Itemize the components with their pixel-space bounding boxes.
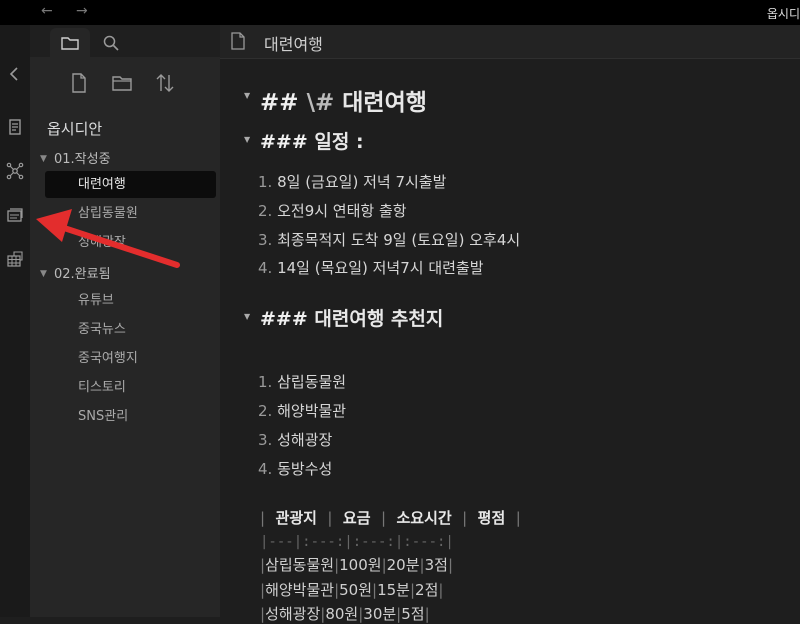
folder-label: 01.작성중: [54, 152, 111, 167]
sort-icon: [156, 74, 174, 92]
collapse-icon[interactable]: [5, 64, 25, 84]
file-item[interactable]: 유튜브: [45, 287, 216, 314]
editor-pane: 대련여행 ▼ ## \# 대련여행 ▼ ### 일정 : 1. 8일 (금요일)…: [220, 25, 800, 623]
graph-icon[interactable]: [5, 161, 25, 181]
fold-arrow-icon[interactable]: ▼: [244, 91, 250, 100]
table-header-row[interactable]: | 관광지 | 요금 | 소요시간 | 평점 |: [260, 507, 521, 528]
folder-label: 02.완료됨: [54, 267, 111, 282]
back-arrow-icon[interactable]: ←: [41, 3, 53, 19]
table-row[interactable]: |해양박물관|50원|15분|2점|: [260, 579, 443, 600]
chevron-down-icon: ▼: [40, 154, 47, 164]
vault-name: 옵시디안: [47, 120, 103, 138]
list-item[interactable]: 4. 14일 (목요일) 저녁7시 대련출발: [258, 257, 484, 278]
document-icon: [231, 32, 245, 50]
folder-item[interactable]: ▼ 01.작성중: [40, 148, 111, 167]
title-bar: ← → 옵시디: [0, 0, 800, 25]
heading-h3[interactable]: ### 일정 :: [260, 127, 364, 154]
list-item[interactable]: 1. 삼립동물원: [258, 371, 346, 392]
list-item[interactable]: 1. 8일 (금요일) 저녁 7시출발: [258, 171, 446, 192]
new-folder-icon: [112, 76, 132, 91]
list-item[interactable]: 2. 오전9시 연태항 출항: [258, 200, 407, 221]
ribbon: [0, 25, 30, 617]
file-switcher-icon[interactable]: [5, 117, 25, 137]
file-item[interactable]: SNS관리: [45, 403, 216, 430]
heading-h2[interactable]: ## \# 대련여행: [260, 83, 427, 117]
file-item[interactable]: 중국여행지: [45, 345, 216, 372]
note-title[interactable]: 대련여행: [264, 31, 323, 55]
list-item[interactable]: 2. 해양박물관: [258, 400, 346, 421]
search-icon: [103, 35, 119, 51]
cards-icon[interactable]: [5, 205, 25, 225]
fold-arrow-icon[interactable]: ▼: [244, 135, 250, 144]
app-title: 옵시디: [766, 7, 800, 21]
file-item[interactable]: 대련여행: [45, 171, 216, 198]
grid-icon[interactable]: [5, 249, 25, 269]
list-item[interactable]: 3. 최종목적지 도착 9일 (토요일) 오후4시: [258, 229, 520, 250]
tab-file-explorer[interactable]: [50, 28, 90, 57]
table-row[interactable]: |성해광장|80원|30분|5점|: [260, 603, 430, 624]
forward-arrow-icon[interactable]: →: [76, 3, 88, 19]
sort-button[interactable]: [154, 72, 180, 96]
folder-item[interactable]: ▼ 02.완료됨: [40, 263, 111, 282]
view-header: 대련여행: [220, 25, 800, 59]
fold-arrow-icon[interactable]: ▼: [244, 312, 250, 321]
file-item[interactable]: 중국뉴스: [45, 316, 216, 343]
list-item[interactable]: 3. 성해광장: [258, 429, 332, 450]
table-row[interactable]: |삼립동물원|100원|20분|3점|: [260, 554, 453, 575]
file-explorer-sidebar: 옵시디안 ▼ 01.작성중 대련여행 삼립동물원 성해광장 ▼ 02.완료됨 유튜브…: [30, 25, 220, 617]
list-item[interactable]: 4. 동방수성: [258, 458, 332, 479]
sidebar-tab-strip: [30, 25, 220, 57]
tab-search[interactable]: [91, 28, 131, 57]
heading-h3[interactable]: ### 대련여행 추천지: [260, 304, 443, 331]
file-item[interactable]: 삼립동물원: [45, 200, 216, 227]
new-folder-button[interactable]: [111, 72, 137, 96]
chevron-down-icon: ▼: [40, 269, 47, 279]
file-item[interactable]: 성해광장: [45, 229, 216, 256]
new-note-icon: [72, 73, 86, 93]
folder-icon: [61, 37, 79, 50]
file-item[interactable]: 티스토리: [45, 374, 216, 401]
new-note-button[interactable]: [68, 72, 94, 96]
table-separator-row[interactable]: |---|:---:|:---:|:---:|: [260, 534, 454, 550]
